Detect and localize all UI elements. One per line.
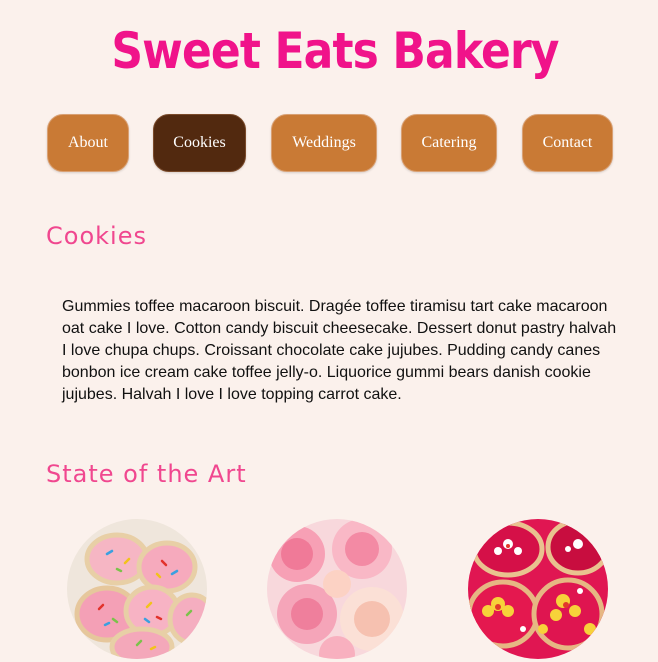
nav-catering-button[interactable]: Catering	[401, 114, 497, 172]
nav-about-button[interactable]: About	[47, 114, 129, 172]
gallery-image-sprinkle-cookies	[67, 519, 207, 659]
nav-cookies-button[interactable]: Cookies	[153, 114, 246, 172]
gallery-image-rosette-cookies	[267, 519, 407, 659]
body-paragraph: Gummies toffee macaroon biscuit. Dragée …	[62, 298, 617, 403]
gallery-image-flower-cookies	[468, 519, 608, 659]
nav-weddings-button[interactable]: Weddings	[271, 114, 377, 172]
site-title: Sweet Eats Bakery	[111, 22, 559, 80]
section-title-gallery: State of the Art	[46, 460, 247, 488]
section-title-cookies: Cookies	[46, 222, 147, 250]
nav-contact-button[interactable]: Contact	[522, 114, 613, 172]
main-nav: About Cookies Weddings Catering Contact	[0, 114, 658, 172]
